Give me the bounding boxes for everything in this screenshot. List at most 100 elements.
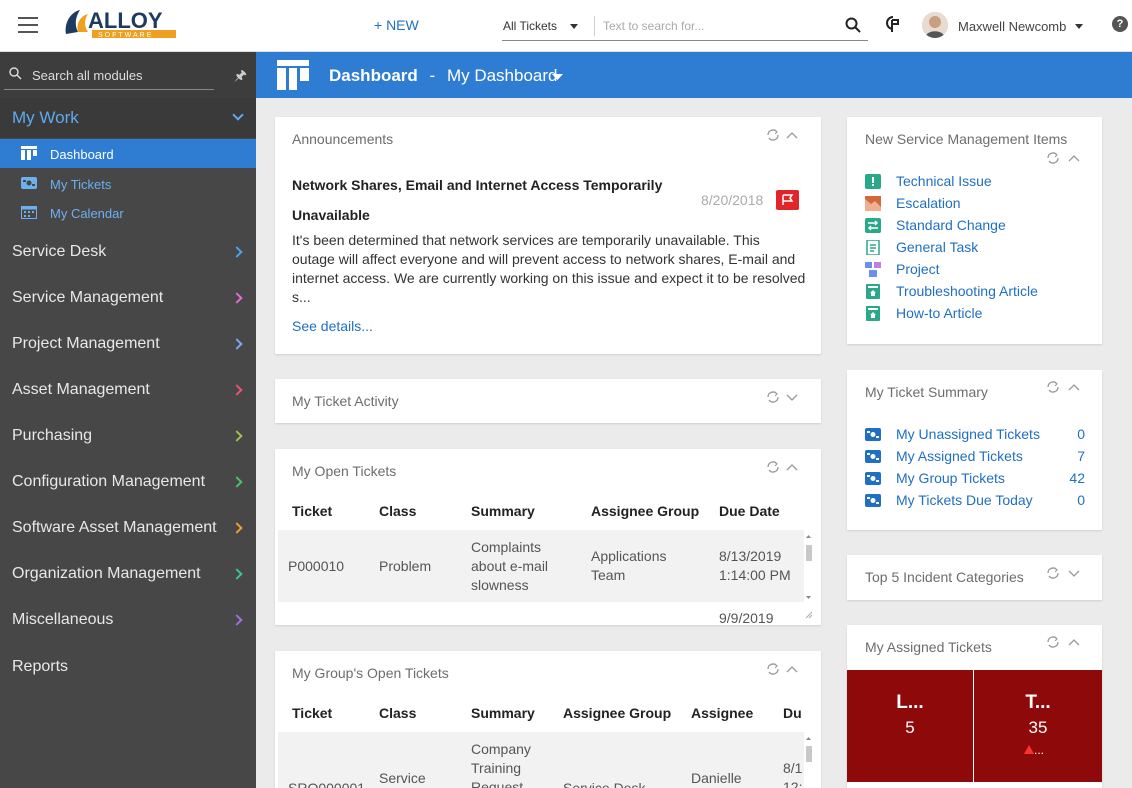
sidebar-item-project-management[interactable]: Project Management (0, 321, 256, 367)
refresh-icon (767, 461, 779, 473)
announcement-title-line2[interactable]: Unavailable (292, 206, 370, 225)
card-controls (767, 461, 798, 473)
sidebar-item-service-desk[interactable]: Service Desk (0, 229, 256, 275)
chevron-right-icon (231, 246, 243, 258)
article-icon (866, 306, 880, 321)
page-scrollbar[interactable] (1126, 98, 1132, 788)
assigned-tile-2[interactable]: T... 35 ... (974, 670, 1102, 782)
column-header-class[interactable]: Class (379, 503, 416, 519)
see-details-link[interactable]: See details... (292, 317, 373, 336)
caret-down-icon[interactable] (552, 74, 563, 80)
table-scrollbar[interactable] (804, 732, 813, 788)
page-title[interactable]: Dashboard - My Dashboard (329, 66, 558, 86)
user-name[interactable]: Maxwell Newcomb (958, 19, 1066, 34)
search-icon[interactable] (845, 17, 861, 33)
column-header-summary[interactable]: Summary (471, 705, 535, 721)
list-item-label: General Task (896, 239, 979, 255)
announcement-date: 8/20/2018 (701, 192, 764, 208)
column-header-due[interactable]: Du (783, 705, 802, 721)
module-search-placeholder: Search all modules (32, 68, 143, 83)
trend-label: ... (1034, 743, 1045, 757)
sidebar-item-label: Organization Management (12, 565, 201, 582)
list-item-label: How-to Article (896, 305, 983, 321)
sidebar-item-purchasing[interactable]: Purchasing (0, 413, 256, 459)
camera-lens-icon[interactable] (884, 15, 900, 33)
sidebar-item-label: Service Management (12, 289, 164, 306)
sidebar-item-my-calendar[interactable]: My Calendar (0, 198, 256, 227)
hamburger-menu-icon[interactable] (18, 17, 38, 33)
list-item-label: Technical Issue (896, 173, 992, 189)
user-menu-caret-icon[interactable] (1075, 24, 1083, 29)
dashboard-selector[interactable]: My Dashboard (447, 66, 558, 85)
my-work-label: My Work (12, 108, 79, 127)
refresh-icon (1047, 636, 1059, 648)
list-item-label: Standard Change (896, 217, 1006, 233)
sidebar-item-configuration-management[interactable]: Configuration Management (0, 459, 256, 505)
refresh-icon (1047, 567, 1059, 579)
card-title: Top 5 Incident Categories (865, 569, 1024, 585)
module-search[interactable]: Search all modules 🖈 (0, 52, 256, 98)
ticket-icon (865, 472, 881, 485)
sidebar-item-organization-management[interactable]: Organization Management (0, 551, 256, 597)
dashboard-icon (277, 60, 309, 90)
chevron-up-icon (1068, 639, 1080, 646)
tile-label: L... (896, 692, 924, 713)
assigned-tile-1[interactable]: L... 5 (847, 670, 973, 782)
cell-ticket[interactable]: P000010 (288, 557, 344, 576)
project-icon (865, 262, 881, 277)
table-scrollbar[interactable] (804, 530, 813, 620)
column-header-summary[interactable]: Summary (471, 503, 535, 519)
sidebar-item-dashboard[interactable]: Dashboard (0, 139, 256, 168)
sidebar-item-service-management[interactable]: Service Management (0, 275, 256, 321)
chevron-right-icon (231, 430, 243, 442)
search-input[interactable] (594, 16, 834, 36)
sidebar-item-my-tickets[interactable]: My Tickets (0, 169, 256, 198)
ticket-icon (21, 177, 37, 189)
column-header-ticket[interactable]: Ticket (292, 705, 332, 721)
general-task-icon (866, 240, 880, 255)
sidebar-item-asset-management[interactable]: Asset Management (0, 367, 256, 413)
sidebar-item-software-asset-management[interactable]: Software Asset Management (0, 505, 256, 551)
pin-icon[interactable]: 🖈 (234, 65, 247, 89)
column-header-due-date[interactable]: Due Date (719, 503, 780, 519)
column-header-assignee-group[interactable]: Assignee Group (563, 705, 671, 721)
card-controls (1047, 636, 1080, 648)
technical-issue-icon (865, 174, 881, 189)
sidebar-item-miscellaneous[interactable]: Miscellaneous (0, 597, 256, 643)
alloy-software-logo[interactable]: ALLOY SOFTWARE (62, 6, 180, 40)
sidebar-my-work[interactable]: My Work (0, 98, 256, 138)
refresh-icon (1047, 381, 1059, 393)
sidebar-item-reports[interactable]: Reports (0, 644, 256, 690)
user-avatar[interactable] (922, 12, 948, 38)
caret-down-icon[interactable] (570, 24, 578, 29)
list-item-label: My Unassigned Tickets (896, 426, 1040, 442)
help-icon[interactable]: ? (1112, 16, 1128, 32)
svg-text:SOFTWARE: SOFTWARE (98, 32, 153, 39)
new-button[interactable]: + NEW (374, 17, 419, 33)
group-tickets-link[interactable]: My Group Tickets 42 (865, 469, 1085, 489)
search-scope-select[interactable]: All Tickets (503, 19, 557, 33)
column-header-ticket[interactable]: Ticket (292, 503, 332, 519)
chevron-right-icon (231, 522, 243, 534)
chevron-up-icon (786, 464, 798, 471)
column-header-assignee-group[interactable]: Assignee Group (591, 503, 699, 519)
title-separator: - (429, 66, 436, 85)
unassigned-tickets-link[interactable]: My Unassigned Tickets 0 (865, 425, 1085, 445)
chevron-up-icon (1068, 155, 1080, 162)
chevron-down-icon (232, 109, 244, 121)
column-header-assignee[interactable]: Assignee (691, 705, 753, 721)
cell-due-date: 8/13/2019 1:14:00 PM (719, 548, 791, 583)
sidebar-item-label: Software Asset Management (12, 519, 217, 536)
column-header-class[interactable]: Class (379, 705, 416, 721)
top-bar: ALLOY SOFTWARE + NEW All Tickets Maxwell… (0, 0, 1132, 52)
due-today-tickets-link[interactable]: My Tickets Due Today 0 (865, 491, 1085, 511)
trend-up-icon (1024, 745, 1034, 754)
sidebar: Search all modules 🖈 My Work Dashboard M… (0, 52, 256, 788)
assigned-tickets-link[interactable]: My Assigned Tickets 7 (865, 447, 1085, 467)
cell-assignee-group: Service Desk (563, 780, 646, 788)
announcement-title-line1[interactable]: Network Shares, Email and Internet Acces… (292, 176, 662, 195)
open-tickets-card: My Open Tickets Ticket Class Summary Ass… (275, 449, 821, 625)
cell-summary: Complaints about e-mail slowness (471, 539, 549, 593)
cell-ticket[interactable]: SRQ000001 (288, 779, 365, 788)
chevron-right-icon (231, 476, 243, 488)
